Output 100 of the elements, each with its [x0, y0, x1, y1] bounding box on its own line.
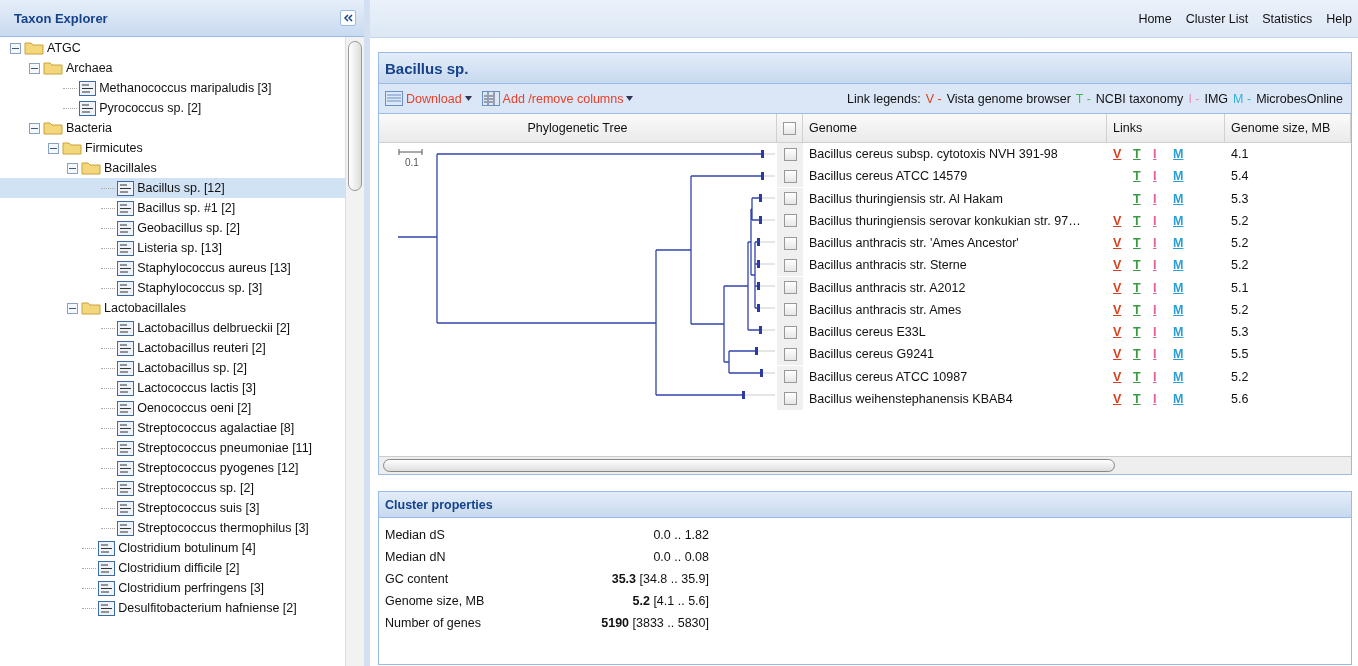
link[interactable]: V [1113, 325, 1122, 339]
collapse-toggle[interactable] [10, 42, 21, 54]
tree-item[interactable]: Streptococcus sp. [2] [0, 478, 345, 498]
tree-item[interactable]: Clostridium botulinum [4] [0, 538, 345, 558]
collapse-toggle[interactable] [67, 162, 78, 174]
tree-item[interactable]: Bacteria [0, 118, 345, 138]
link[interactable]: T [1133, 302, 1141, 317]
link[interactable]: T [1133, 347, 1141, 362]
link[interactable]: V [1113, 236, 1122, 250]
tree-item[interactable]: Streptococcus thermophilus [3] [0, 518, 345, 538]
link[interactable]: T [1133, 191, 1141, 206]
tree-item[interactable]: Desulfitobacterium hafniense [2] [0, 598, 345, 618]
link[interactable]: M [1173, 325, 1184, 339]
row-checkbox[interactable] [783, 347, 797, 361]
link[interactable]: V [1113, 258, 1122, 273]
tree-item[interactable]: Methanococcus maripaludis [3] [0, 78, 345, 98]
link[interactable]: T [1133, 147, 1141, 161]
link[interactable]: I [1153, 391, 1157, 406]
tree-item[interactable]: ATGC [0, 38, 345, 58]
download-menu-button[interactable]: Download [385, 91, 472, 106]
link[interactable]: I [1153, 191, 1157, 206]
link[interactable]: M [1173, 391, 1184, 406]
tree-item[interactable]: Pyrococcus sp. [2] [0, 98, 345, 118]
tree-item[interactable]: Streptococcus pneumoniae [11] [0, 438, 345, 458]
link[interactable]: T [1133, 280, 1141, 295]
columns-menu-button[interactable]: Add /remove columns [481, 91, 634, 106]
tree-item[interactable]: Streptococcus agalactiae [8] [0, 418, 345, 438]
tree-item[interactable]: Clostridium difficile [2] [0, 558, 345, 578]
horizontal-scrollbar[interactable] [379, 456, 1351, 474]
column-header[interactable]: Genome [803, 114, 1107, 143]
link[interactable]: V [1113, 147, 1122, 161]
collapse-toggle[interactable] [29, 62, 40, 74]
row-checkbox[interactable] [783, 303, 797, 317]
column-header[interactable]: Genome size, MB [1225, 114, 1351, 143]
link[interactable]: M [1173, 347, 1184, 362]
row-checkbox[interactable] [783, 169, 797, 183]
link[interactable]: I [1153, 280, 1157, 295]
tree-item[interactable]: Listeria sp. [13] [0, 238, 345, 258]
tree-item[interactable]: Lactococcus lactis [3] [0, 378, 345, 398]
link[interactable]: T [1133, 369, 1141, 384]
row-checkbox[interactable] [783, 236, 797, 250]
link[interactable]: I [1153, 369, 1157, 384]
select-all-checkbox[interactable] [783, 121, 796, 135]
collapse-toggle[interactable] [29, 122, 40, 134]
link[interactable]: V [1113, 391, 1122, 406]
link[interactable]: M [1173, 258, 1184, 273]
link[interactable]: I [1153, 347, 1157, 362]
row-checkbox[interactable] [783, 281, 797, 294]
link[interactable]: M [1173, 213, 1184, 228]
link[interactable]: M [1173, 236, 1184, 250]
link[interactable]: I [1153, 236, 1157, 250]
link[interactable]: M [1173, 147, 1184, 161]
link[interactable]: I [1153, 302, 1157, 317]
link[interactable]: V [1113, 369, 1122, 384]
row-checkbox[interactable] [783, 192, 797, 205]
collapse-button[interactable] [340, 10, 356, 26]
row-checkbox[interactable] [783, 214, 797, 228]
link[interactable]: M [1173, 302, 1184, 317]
tree-item[interactable]: Geobacillus sp. [2] [0, 218, 345, 238]
link[interactable]: T [1133, 325, 1141, 339]
link[interactable]: M [1173, 369, 1184, 384]
row-checkbox[interactable] [783, 147, 797, 161]
tree-item[interactable]: Lactobacillus delbrueckii [2] [0, 318, 345, 338]
tree-item[interactable]: Bacillus sp. #1 [2] [0, 198, 345, 218]
link[interactable]: M [1173, 169, 1184, 184]
row-checkbox[interactable] [783, 258, 797, 272]
column-header[interactable]: Phylogenetic Tree [379, 114, 777, 143]
link[interactable]: I [1153, 325, 1157, 339]
link[interactable]: V [1113, 280, 1122, 295]
column-header[interactable]: Links [1107, 114, 1225, 143]
row-checkbox[interactable] [783, 370, 797, 383]
tree-item[interactable]: Archaea [0, 58, 345, 78]
tree-item[interactable]: Lactobacillales [0, 298, 345, 318]
tree-item[interactable]: Bacillus sp. [12] [0, 178, 345, 198]
link[interactable]: V [1113, 213, 1122, 228]
nav-link[interactable]: Help [1326, 11, 1352, 26]
row-checkbox[interactable] [783, 392, 797, 406]
link[interactable]: V [1113, 347, 1122, 362]
collapse-toggle[interactable] [67, 302, 78, 314]
tree-item[interactable]: Clostridium perfringens [3] [0, 578, 345, 598]
collapse-toggle[interactable] [48, 142, 59, 154]
link[interactable]: T [1133, 236, 1141, 250]
row-checkbox[interactable] [783, 325, 797, 339]
tree-item[interactable]: Lactobacillus sp. [2] [0, 358, 345, 378]
link[interactable]: I [1153, 258, 1157, 273]
tree-item[interactable]: Streptococcus suis [3] [0, 498, 345, 518]
tree-item[interactable]: Staphylococcus sp. [3] [0, 278, 345, 298]
nav-link[interactable]: Home [1138, 11, 1172, 26]
tree-item[interactable]: Firmicutes [0, 138, 345, 158]
link[interactable]: T [1133, 258, 1141, 273]
link[interactable]: I [1153, 213, 1157, 228]
link[interactable]: T [1133, 213, 1141, 228]
link[interactable]: V [1113, 302, 1122, 317]
link[interactable]: I [1153, 169, 1157, 184]
tree-item[interactable]: Oenococcus oeni [2] [0, 398, 345, 418]
link[interactable]: M [1173, 191, 1184, 206]
nav-link[interactable]: Statistics [1262, 11, 1313, 26]
tree-item[interactable]: Lactobacillus reuteri [2] [0, 338, 345, 358]
link[interactable]: T [1133, 169, 1141, 184]
tree-item[interactable]: Bacillales [0, 158, 345, 178]
